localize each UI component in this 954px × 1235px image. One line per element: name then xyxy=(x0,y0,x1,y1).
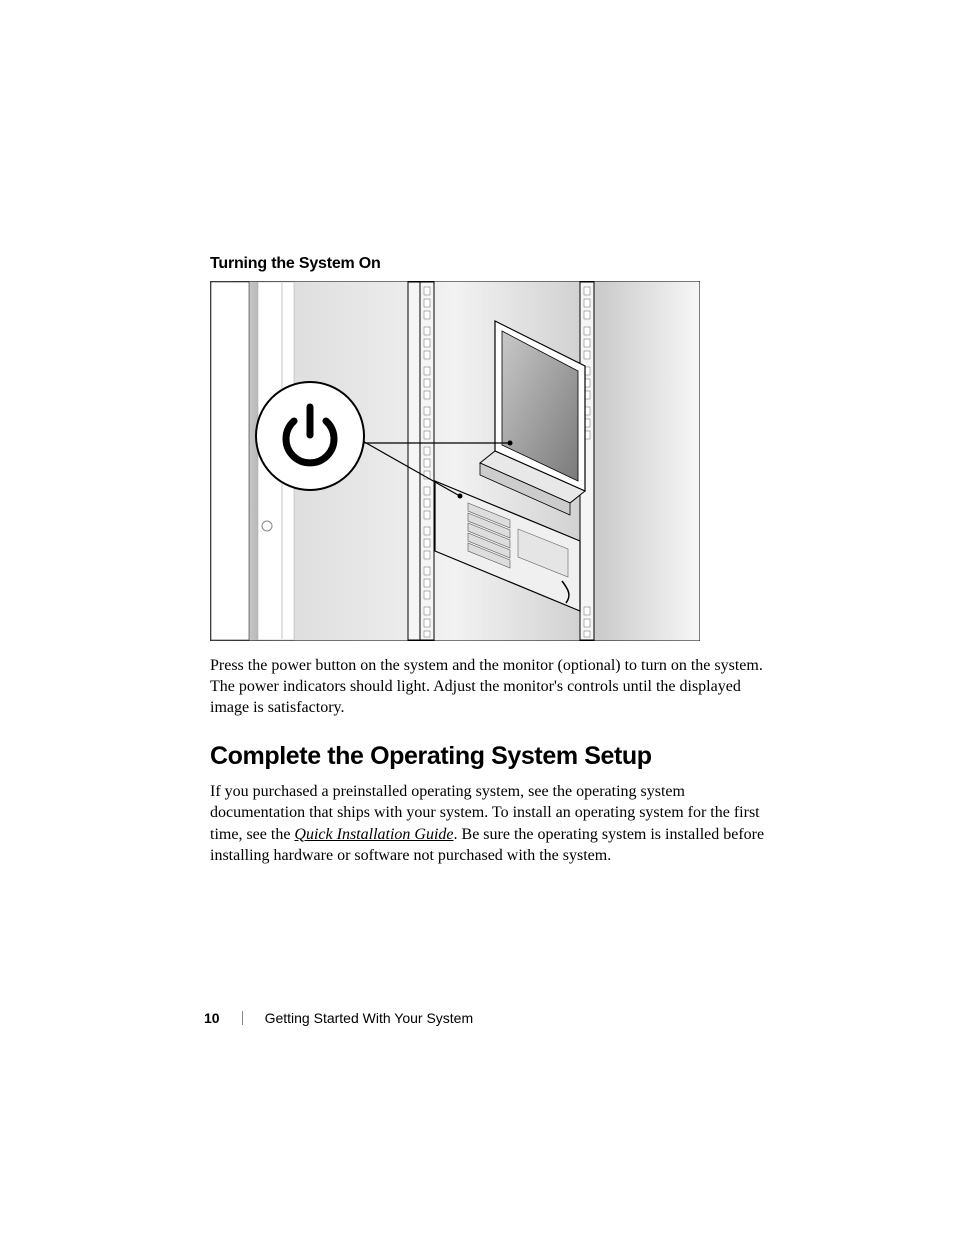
footer-chapter-title: Getting Started With Your System xyxy=(265,1010,474,1026)
page-footer: 10 Getting Started With Your System xyxy=(204,1010,473,1026)
quick-installation-guide-reference: Quick Installation Guide xyxy=(294,826,453,843)
figure-power-on-illustration xyxy=(210,281,700,641)
page-number: 10 xyxy=(204,1010,220,1026)
body-paragraph-os-setup: If you purchased a preinstalled operatin… xyxy=(210,781,770,865)
footer-divider xyxy=(242,1011,243,1025)
figure-caption: Press the power button on the system and… xyxy=(210,655,770,718)
heading-complete-os-setup: Complete the Operating System Setup xyxy=(210,742,770,771)
subheading-turning-system-on: Turning the System On xyxy=(210,255,770,273)
power-on-illustration-svg xyxy=(210,281,700,641)
